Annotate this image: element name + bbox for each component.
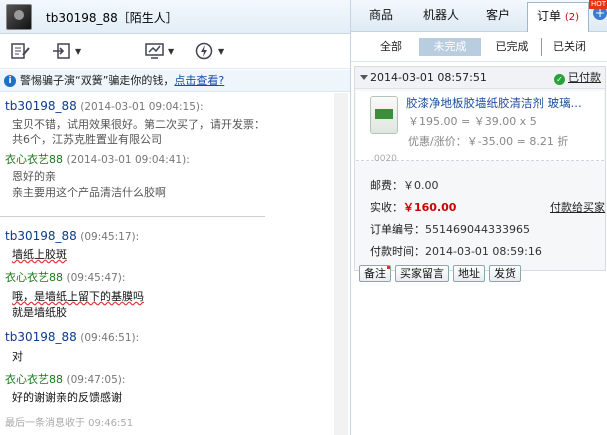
monitor-icon[interactable]: ▼ — [145, 41, 174, 61]
message-line: 墙纸上胶斑 — [12, 247, 67, 263]
ship-button[interactable]: 发货 — [489, 265, 521, 282]
note-button[interactable]: 备注 — [359, 265, 391, 282]
product-price: ￥195.00 = ￥39.00 x 5 — [408, 115, 537, 128]
message-text: 墙纸上胶斑 — [12, 248, 67, 261]
product-code: 0020 — [374, 154, 397, 164]
message-line: 恩好的亲 — [12, 170, 56, 183]
message-time: (09:45:47): — [66, 272, 126, 284]
message-line: 共6个，江苏克胜置业有限公司 — [12, 133, 162, 146]
order-no-value: 551469044333965 — [425, 223, 530, 236]
message-line: 好的谢谢亲的反馈感谢 — [12, 391, 122, 404]
pay-time-label: 付款时间： — [370, 245, 425, 258]
fraud-warning-bar: i 警惕骗子演“双簧”骗走你的钱，点击查看? — [0, 70, 350, 92]
edit-icon[interactable] — [10, 41, 30, 61]
collapse-icon[interactable] — [360, 75, 368, 80]
status-text: 已付款 — [568, 71, 601, 84]
postage-row: 邮费：￥0.00 — [370, 177, 439, 193]
order-product: 胶漆净地板胶墙纸胶清洁剂 玻璃... ￥195.00 = ￥39.00 x 5 … — [356, 91, 604, 164]
filter-incomplete[interactable]: 未完成 — [419, 38, 481, 56]
order-header[interactable]: 2014-03-01 08:57:51 ✓ 已付款 — [355, 67, 605, 89]
tab-customers[interactable]: 客户 — [473, 0, 523, 32]
pay-time-row: 付款时间：2014-03-01 08:59:16 — [370, 243, 542, 259]
message-time: (09:47:05): — [66, 374, 126, 386]
check-icon: ✓ — [554, 74, 565, 85]
filter-closed[interactable]: 已关闭 — [541, 38, 597, 56]
message-header: 衣心衣艺88 (09:47:05): — [5, 371, 125, 387]
chevron-down-icon[interactable]: ▼ — [75, 47, 81, 56]
message-line: 宝贝不错，试用效果很好。第二次买了，请开发票： — [12, 118, 265, 131]
sender-name: 衣心衣艺88 — [5, 271, 63, 284]
flag-icon — [387, 266, 390, 269]
hot-badge: HOT — [588, 0, 607, 9]
message-header: 衣心衣艺88 (09:45:47): — [5, 269, 125, 285]
contact-name: tb30198_88［陌生人］ — [46, 11, 178, 25]
message-header: tb30198_88 (09:46:51): — [5, 330, 139, 344]
postage-value: ￥0.00 — [403, 179, 439, 192]
order-card: 2014-03-01 08:57:51 ✓ 已付款 胶漆净地板胶墙纸胶清洁剂 玻璃… — [354, 66, 606, 271]
chevron-down-icon[interactable]: ▼ — [168, 47, 174, 56]
product-discount: 优惠/涨价：￥-35.00 = 8.21 折 — [408, 135, 569, 148]
paid-label: 实收： — [370, 201, 403, 214]
sender-name: tb30198_88 — [5, 229, 77, 243]
order-datetime: 2014-03-01 08:57:51 — [370, 71, 487, 84]
message-header: 衣心衣艺88 (2014-03-01 09:04:41): — [5, 151, 190, 167]
message-time: (09:46:51): — [80, 332, 140, 344]
filter-all[interactable]: 全部 — [365, 38, 417, 56]
last-message-footer: 最后一条消息收于 09:46:51 — [5, 418, 134, 428]
message-text: 哦，是墙纸上留下的基膜吗 — [12, 290, 144, 303]
sender-name: tb30198_88 — [5, 99, 77, 113]
address-button[interactable]: 地址 — [453, 265, 485, 282]
message-line: 对 — [12, 350, 23, 363]
chat-panel: tb30198_88［陌生人］ ▼ ▼ ▼ i 警惕骗子演“双簧”骗走你的钱，点… — [0, 0, 350, 435]
product-title[interactable]: 胶漆净地板胶墙纸胶清洁剂 玻璃... — [406, 95, 602, 111]
paid-value: ￥160.00 — [403, 201, 457, 214]
side-panel: 商品 机器人 客户 订单 (2) + HOT 全部 未完成 已完成 已关闭 20… — [350, 0, 607, 435]
message-line: 亲主要用这个产品清洁什么胶啊 — [12, 186, 166, 199]
message-time: (2014-03-01 09:04:15): — [80, 101, 204, 113]
tab-robot[interactable]: 机器人 — [411, 0, 471, 32]
alert-icon[interactable]: ▼ — [195, 41, 224, 61]
message-header: tb30198_88 (2014-03-01 09:04:15): — [5, 99, 204, 113]
filter-complete[interactable]: 已完成 — [485, 38, 539, 56]
buyer-message-button[interactable]: 买家留言 — [395, 265, 449, 282]
pay-buyer-link[interactable]: 付款给买家 — [550, 199, 605, 215]
chevron-down-icon[interactable]: ▼ — [218, 47, 224, 56]
chat-header: tb30198_88［陌生人］ — [0, 0, 350, 34]
tab-label: 订单 — [536, 9, 561, 23]
order-no-row: 订单编号：551469044333965 — [370, 221, 530, 237]
message-list[interactable]: tb30198_88 (2014-03-01 09:04:15): 宝贝不错，试… — [0, 93, 332, 428]
divider — [0, 216, 265, 217]
order-filters: 全部 未完成 已完成 已关闭 — [351, 32, 607, 62]
avatar[interactable] — [6, 4, 32, 30]
order-count-badge: (2) — [564, 12, 579, 23]
sender-name: 衣心衣艺88 — [5, 153, 63, 166]
info-icon: i — [4, 75, 16, 87]
warning-text: 警惕骗子演“双簧”骗走你的钱， — [20, 74, 175, 87]
message-time: (09:45:17): — [80, 231, 140, 243]
paid-row: 实收：￥160.00 付款给买家 — [370, 199, 607, 215]
order-no-label: 订单编号： — [370, 223, 425, 236]
chat-scrollbar[interactable] — [334, 93, 348, 435]
pay-time-value: 2014-03-01 08:59:16 — [425, 245, 542, 258]
transfer-icon[interactable]: ▼ — [52, 41, 81, 61]
product-image[interactable] — [370, 96, 398, 134]
tab-products[interactable]: 商品 — [355, 0, 407, 32]
message-time: (2014-03-01 09:04:41): — [66, 154, 190, 166]
button-label: 备注 — [364, 267, 386, 280]
message-line: 就是墙纸胶 — [12, 306, 67, 319]
sender-name: tb30198_88 — [5, 330, 77, 344]
postage-label: 邮费： — [370, 179, 403, 192]
warning-link[interactable]: 点击查看? — [174, 74, 224, 87]
chat-toolbar: ▼ ▼ ▼ — [0, 34, 350, 69]
side-tabs: 商品 机器人 客户 订单 (2) + HOT — [351, 0, 607, 32]
order-actions: 备注 买家留言 地址 发货 — [359, 265, 521, 282]
message-header: tb30198_88 (09:45:17): — [5, 229, 139, 243]
paid-status[interactable]: ✓ 已付款 — [554, 67, 601, 89]
tab-orders[interactable]: 订单 (2) — [527, 2, 589, 32]
sender-name: 衣心衣艺88 — [5, 373, 63, 386]
message-line: 哦，是墙纸上留下的基膜吗 — [12, 289, 144, 305]
